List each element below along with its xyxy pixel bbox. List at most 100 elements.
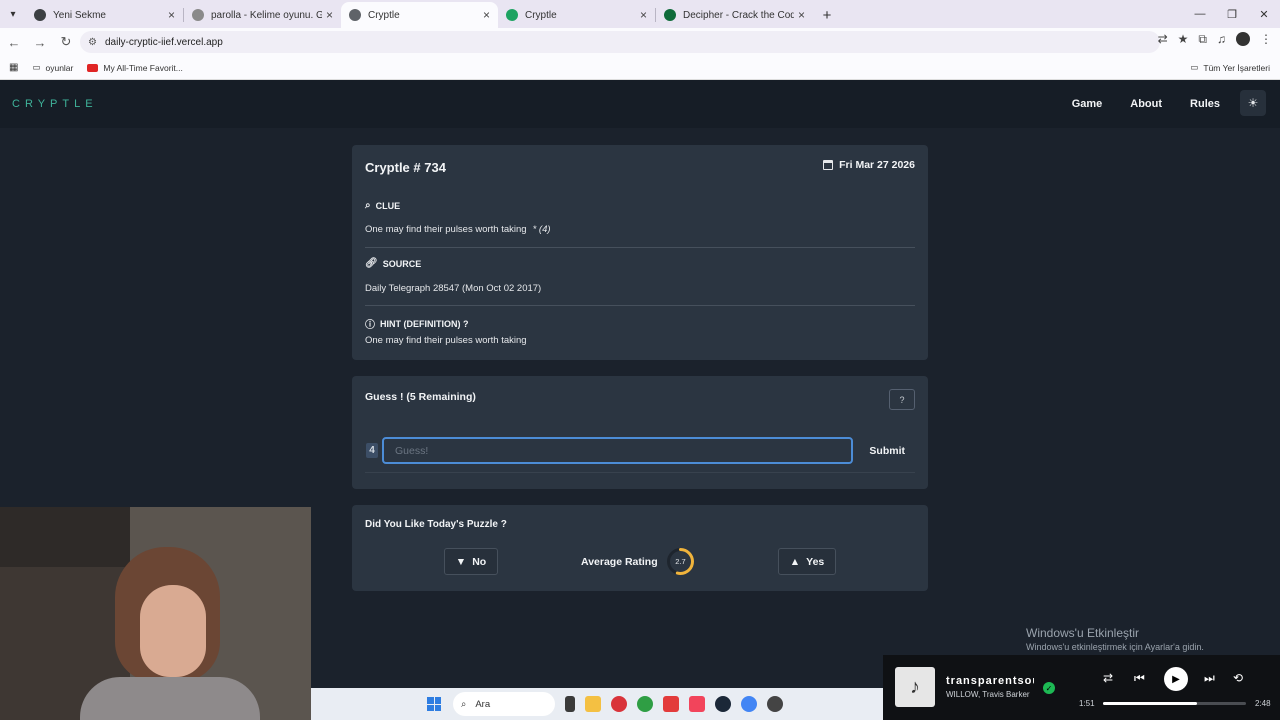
album-art: ♪	[895, 667, 935, 707]
windows-start-icon[interactable]	[427, 697, 441, 711]
playback-progress-bar[interactable]	[1103, 702, 1246, 705]
chrome-icon[interactable]	[637, 696, 653, 712]
vote-no-button[interactable]: ▼ No	[444, 548, 498, 575]
track-title: transparentsoul	[946, 675, 1034, 687]
guess-title: Guess ! (5 Remaining)	[365, 391, 476, 403]
tab-close-icon[interactable]: ×	[798, 8, 805, 22]
tab-close-icon[interactable]: ×	[640, 8, 647, 22]
forward-arrow-icon[interactable]: →	[28, 30, 52, 54]
address-bar[interactable]: ⚙ daily-cryptic-iief.vercel.app	[80, 31, 1160, 53]
extensions-icon[interactable]: ⧉	[1198, 32, 1207, 47]
profile-avatar[interactable]	[1236, 32, 1250, 46]
webcam-person-body	[80, 677, 260, 720]
help-question-icon[interactable]: ?	[889, 389, 915, 410]
tab-search-icon[interactable]: ▾	[0, 0, 26, 28]
triangle-up-icon: ▲	[789, 555, 801, 568]
puzzle-title: Cryptle # 734	[365, 160, 446, 175]
next-track-icon[interactable]: ⏭	[1204, 671, 1215, 686]
guess-input[interactable]	[382, 437, 853, 464]
playback-progress-fill	[1103, 702, 1198, 705]
all-bookmarks-label: Tüm Yer İşaretleri	[1203, 62, 1270, 73]
activation-title: Windows'u Etkinleştir	[1026, 626, 1139, 640]
average-rating-value: 2.7	[675, 557, 686, 566]
tab-close-icon[interactable]: ×	[168, 8, 175, 22]
steam-icon[interactable]	[715, 696, 731, 712]
nav-game[interactable]: Game	[1072, 98, 1103, 110]
hint-label: HINT (DEFINITION) ?	[380, 318, 469, 329]
tab-title: Cryptle	[368, 9, 400, 21]
tab-favicon-icon	[506, 9, 518, 21]
search-icon: ⌕	[461, 698, 467, 710]
reload-icon[interactable]: ↻	[54, 30, 78, 54]
all-bookmarks[interactable]: ▭ Tüm Yer İşaretleri	[1190, 62, 1270, 73]
clue-label: CLUE	[375, 200, 401, 211]
task-view-icon[interactable]	[565, 696, 575, 712]
tab-cryptle[interactable]: Cryptle ×	[498, 2, 655, 28]
activation-subtitle: Windows'u etkinleştirmek için Ayarlar'a …	[1026, 642, 1204, 652]
chrome-active-icon[interactable]	[741, 696, 757, 712]
folder-icon: ▭	[32, 62, 41, 72]
play-icon[interactable]: ▶	[1164, 667, 1188, 691]
webcam-person-face	[140, 585, 206, 677]
saved-check-icon[interactable]: ✓	[1043, 682, 1055, 694]
tab-cryptle-active[interactable]: Cryptle ×	[341, 2, 498, 28]
app-red-icon[interactable]	[611, 696, 627, 712]
bookmarks-bar: ▦ ▭ oyunlar My All-Time Favorit... ▭ Tüm…	[0, 56, 1280, 80]
rating-card: Did You Like Today's Puzzle ? ▼ No Avera…	[352, 505, 928, 591]
toolbar-actions: ⇄ ★ ⧉ ♫ ⋮	[1158, 32, 1272, 47]
nav-about[interactable]: About	[1130, 98, 1162, 110]
bookmark-oyunlar[interactable]: ▭ oyunlar	[32, 62, 73, 73]
windows-taskbar: ⌕ Ara	[311, 688, 883, 720]
bookmark-favorites[interactable]: My All-Time Favorit...	[87, 63, 183, 73]
tab-yeni-sekme[interactable]: Yeni Sekme ×	[26, 2, 183, 28]
app-extra-icon[interactable]	[767, 696, 783, 712]
taskbar-search[interactable]: ⌕ Ara	[453, 692, 555, 716]
tab-close-icon[interactable]: ×	[326, 8, 333, 22]
repeat-icon[interactable]: ⟲	[1233, 671, 1243, 685]
theme-toggle-sun-icon[interactable]: ☀	[1240, 90, 1266, 116]
music-app-icon[interactable]	[689, 696, 705, 712]
taskbar-search-label: Ara	[475, 698, 491, 710]
media-player-widget: ♪ transparentsoul WILLOW, Travis Barker …	[883, 655, 1280, 720]
track-duration: 2:48	[1255, 699, 1271, 708]
hint-heading[interactable]: ⓘ HINT (DEFINITION) ?	[365, 316, 469, 332]
shuffle-icon[interactable]: ⇄	[1103, 671, 1113, 685]
calendar-icon	[823, 160, 834, 170]
source-text: Daily Telegraph 28547 (Mon Oct 02 2017)	[365, 283, 542, 294]
site-info-icon[interactable]: ⚙	[88, 37, 97, 48]
youtube-icon	[87, 63, 99, 72]
browser-tab-bar: ▾ Yeni Sekme × parolla - Kelime oyunu. G…	[0, 0, 1280, 28]
webcam-overlay	[0, 507, 311, 720]
submit-button[interactable]: Submit	[859, 440, 915, 461]
app-bolt-icon[interactable]	[663, 696, 679, 712]
close-window-icon[interactable]: ✕	[1248, 0, 1280, 28]
search-icon: ⌕	[365, 200, 371, 211]
tab-decipher[interactable]: Decipher - Crack the Code, Rev ×	[656, 2, 813, 28]
restore-icon[interactable]: ❐	[1216, 0, 1248, 28]
tab-parolla[interactable]: parolla - Kelime oyunu. Günlük ×	[184, 2, 341, 28]
source-heading: 🔗︎ SOURCE	[365, 258, 421, 269]
date-text: Fri Mar 27 2026	[839, 159, 915, 171]
tab-close-icon[interactable]: ×	[483, 8, 490, 22]
site-nav: Game About Rules	[1044, 98, 1220, 110]
divider	[365, 472, 915, 473]
info-icon: ⓘ	[365, 320, 375, 331]
file-explorer-icon[interactable]	[585, 696, 601, 712]
folder-icon: ▭	[1190, 62, 1199, 72]
back-arrow-icon[interactable]: ←	[2, 30, 26, 54]
more-menu-icon[interactable]: ⋮	[1260, 32, 1272, 47]
bookmark-label: My All-Time Favorit...	[103, 62, 183, 73]
media-control-icon[interactable]: ♫	[1217, 32, 1226, 47]
clue-enumeration: * (4)	[532, 224, 551, 235]
nav-rules[interactable]: Rules	[1190, 98, 1220, 110]
vote-yes-button[interactable]: ▲ Yes	[778, 548, 836, 575]
minimize-icon[interactable]: —	[1184, 0, 1216, 28]
site-logo[interactable]: CRYPTLE	[12, 98, 98, 110]
tab-favicon-icon	[34, 9, 46, 21]
apps-grid-icon[interactable]: ▦	[9, 62, 18, 73]
translate-icon[interactable]: ⇄	[1158, 32, 1168, 47]
previous-track-icon[interactable]: ⏮	[1134, 671, 1145, 686]
rating-title: Did You Like Today's Puzzle ?	[365, 519, 507, 530]
bookmark-star-icon[interactable]: ★	[1178, 32, 1189, 47]
new-tab-plus-icon[interactable]: +	[813, 2, 841, 28]
